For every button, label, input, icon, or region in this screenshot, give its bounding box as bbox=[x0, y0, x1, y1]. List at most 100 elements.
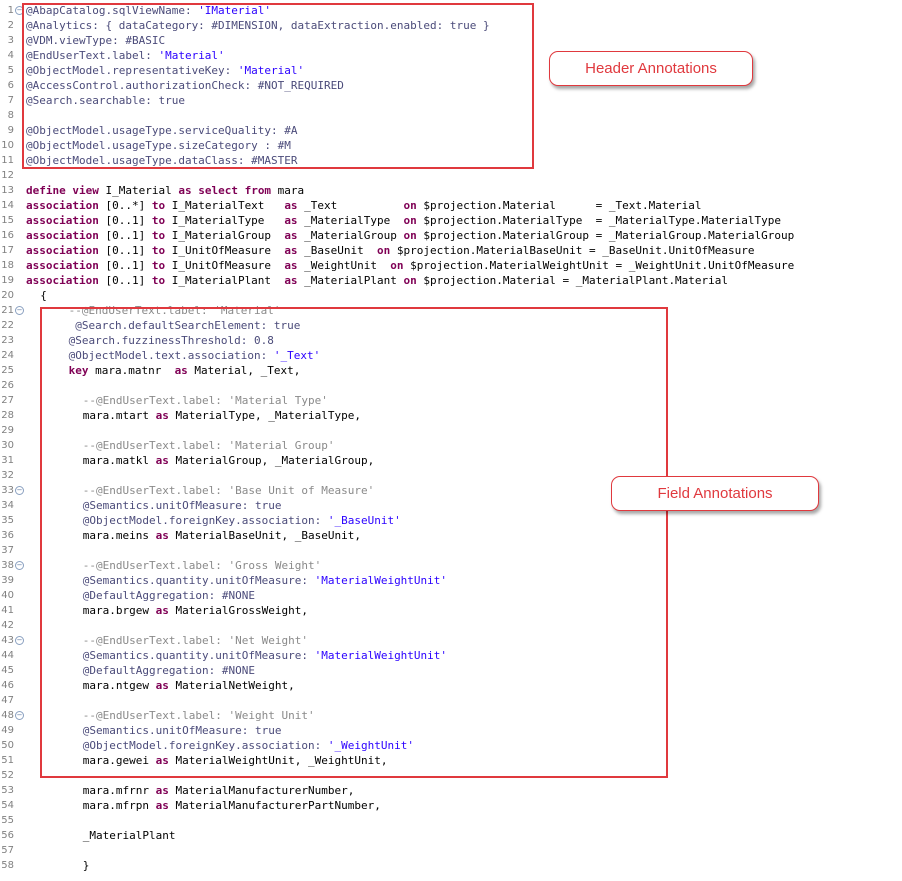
code-line[interactable]: 58} bbox=[0, 858, 902, 873]
code-token: [0..1] bbox=[98, 274, 152, 287]
code-token: _WeightUnit bbox=[297, 259, 391, 272]
header-annotations-label: Header Annotations bbox=[585, 60, 717, 77]
code-text: association [0..1] to I_UnitOfMeasure as… bbox=[26, 258, 794, 273]
code-token: as bbox=[284, 274, 298, 287]
fold-toggle-icon[interactable]: − bbox=[15, 486, 24, 495]
line-number: 36 bbox=[1, 530, 14, 541]
line-number: 52 bbox=[1, 770, 14, 781]
header-annotations-callout: Header Annotations bbox=[549, 51, 753, 86]
line-number: 30 bbox=[1, 440, 14, 451]
line-number: 22 bbox=[1, 320, 14, 331]
line-number: 50 bbox=[1, 740, 14, 751]
line-number: 46 bbox=[1, 680, 14, 691]
code-token: to bbox=[151, 274, 166, 287]
line-number: 35 bbox=[1, 515, 14, 526]
line-number: 23 bbox=[1, 335, 14, 346]
code-token: as bbox=[155, 784, 169, 797]
line-number: 42 bbox=[1, 620, 14, 631]
line-number: 53 bbox=[1, 785, 14, 796]
code-token: _Text bbox=[297, 199, 404, 212]
field-annotations-label: Field Annotations bbox=[657, 485, 773, 502]
code-line[interactable]: 20 { bbox=[0, 288, 902, 303]
code-text: define view I_Material as select from ma… bbox=[26, 183, 304, 198]
code-line[interactable]: 57 bbox=[0, 843, 902, 858]
code-token: [0..*] bbox=[98, 199, 152, 212]
code-line[interactable]: 15 association [0..1] to I_MaterialType a… bbox=[0, 213, 902, 228]
line-number: 15 bbox=[1, 215, 14, 226]
code-token: _MaterialPlant bbox=[297, 274, 404, 287]
code-text: mara.mfrnr as MaterialManufacturerNumber… bbox=[83, 783, 355, 798]
line-number: 25 bbox=[1, 365, 14, 376]
code-token: association bbox=[26, 214, 99, 227]
line-number: 24 bbox=[1, 350, 14, 361]
line-number: 3 bbox=[7, 35, 14, 46]
code-token: $projection.MaterialWeightUnit = _Weight… bbox=[403, 259, 795, 272]
code-text: association [0..1] to I_UnitOfMeasure as… bbox=[26, 243, 755, 258]
code-token: define view bbox=[26, 184, 99, 197]
code-line[interactable]: 17 association [0..1] to I_UnitOfMeasure … bbox=[0, 243, 902, 258]
fold-toggle-icon[interactable]: − bbox=[15, 636, 24, 645]
field-annotations-callout: Field Annotations bbox=[611, 476, 819, 511]
line-number: 9 bbox=[7, 125, 14, 136]
line-number: 12 bbox=[1, 170, 14, 181]
code-token: mara.mfrnr bbox=[82, 784, 156, 797]
code-token: to bbox=[151, 229, 166, 242]
code-line[interactable]: 53 mara.mfrnr as MaterialManufacturerNumb… bbox=[0, 783, 902, 798]
line-number: 13 bbox=[1, 185, 14, 196]
code-token: association bbox=[26, 199, 99, 212]
line-number: 16 bbox=[1, 230, 14, 241]
code-token: mara bbox=[271, 184, 305, 197]
code-token: I_MaterialPlant bbox=[165, 274, 285, 287]
line-number: 11 bbox=[1, 155, 14, 166]
line-number: 18 bbox=[1, 260, 14, 271]
code-text: association [0..1] to I_MaterialPlant as… bbox=[26, 273, 728, 288]
code-line[interactable]: 55 bbox=[0, 813, 902, 828]
code-line[interactable]: 54 mara.mfrpn as MaterialManufacturerPart… bbox=[0, 798, 902, 813]
code-token: on bbox=[390, 259, 404, 272]
line-number: 58 bbox=[1, 860, 14, 871]
code-token: MaterialManufacturerNumber, bbox=[168, 784, 355, 797]
line-number: 38 bbox=[1, 560, 14, 571]
fold-toggle-icon[interactable]: − bbox=[15, 561, 24, 570]
code-token: as bbox=[284, 229, 298, 242]
code-token: as bbox=[284, 244, 298, 257]
code-token: I_MaterialText bbox=[165, 199, 285, 212]
code-token: association bbox=[26, 244, 99, 257]
line-number: 41 bbox=[1, 605, 14, 616]
line-number: 45 bbox=[1, 665, 14, 676]
line-number: 7 bbox=[7, 95, 14, 106]
code-token: on bbox=[403, 229, 417, 242]
code-token: I_MaterialGroup bbox=[165, 229, 285, 242]
code-line[interactable]: 16 association [0..1] to I_MaterialGroup … bbox=[0, 228, 902, 243]
line-number: 5 bbox=[7, 65, 14, 76]
line-number: 21 bbox=[1, 305, 14, 316]
line-number: 39 bbox=[1, 575, 14, 586]
code-line[interactable]: 14 association [0..*] to I_MaterialText a… bbox=[0, 198, 902, 213]
line-number: 27 bbox=[1, 395, 14, 406]
code-line[interactable]: 56 _MaterialPlant bbox=[0, 828, 902, 843]
fold-toggle-icon[interactable]: − bbox=[15, 711, 24, 720]
line-number: 43 bbox=[1, 635, 14, 646]
line-number: 56 bbox=[1, 830, 14, 841]
code-token: [0..1] bbox=[98, 244, 152, 257]
code-line[interactable]: 13 define view I_Material as select from … bbox=[0, 183, 902, 198]
code-token: association bbox=[26, 229, 99, 242]
fold-toggle-icon[interactable]: − bbox=[15, 306, 24, 315]
line-number: 20 bbox=[1, 290, 14, 301]
code-line[interactable]: 12 bbox=[0, 168, 902, 183]
line-number: 37 bbox=[1, 545, 14, 556]
code-text: mara.mfrpn as MaterialManufacturerPartNu… bbox=[83, 798, 381, 813]
code-line[interactable]: 18 association [0..1] to I_UnitOfMeasure … bbox=[0, 258, 902, 273]
line-number: 34 bbox=[1, 500, 14, 511]
line-number: 49 bbox=[1, 725, 14, 736]
code-token: $projection.MaterialBaseUnit = _BaseUnit… bbox=[390, 244, 755, 257]
line-number: 51 bbox=[1, 755, 14, 766]
line-number: 40 bbox=[1, 590, 14, 601]
line-number: 32 bbox=[1, 470, 14, 481]
code-token: _BaseUnit bbox=[297, 244, 378, 257]
line-number: 17 bbox=[1, 245, 14, 256]
code-line[interactable]: 19 association [0..1] to I_MaterialPlant … bbox=[0, 273, 902, 288]
code-token: to bbox=[151, 199, 166, 212]
line-number: 55 bbox=[1, 815, 14, 826]
line-number: 48 bbox=[1, 710, 14, 721]
